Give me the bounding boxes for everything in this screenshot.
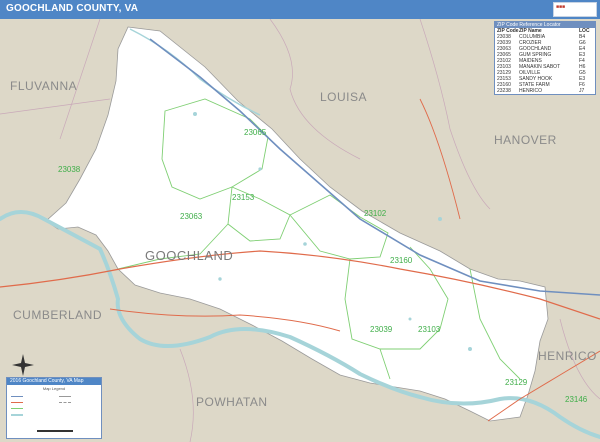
publisher-logo-mark: ■■■ xyxy=(556,4,566,10)
legend-sample-water xyxy=(11,414,23,416)
region-label-louisa: LOUISA xyxy=(320,90,368,104)
region-label-henrico: HENRICO xyxy=(538,349,597,363)
legend-subheading: Map Legend xyxy=(42,386,66,391)
county-label: GOOCHLAND xyxy=(145,248,234,263)
region-label-powhatan: POWHATAN xyxy=(196,395,268,409)
publisher-logo: ■■■ xyxy=(553,2,597,17)
zip-cell: J7 xyxy=(579,88,585,94)
legend-sample-county xyxy=(59,402,71,403)
zip-label: 23160 xyxy=(390,256,413,265)
title-bar: GOOCHLAND COUNTY, VA ■■■ xyxy=(0,0,600,19)
legend-heading: 2016 Goochland County, VA Map xyxy=(7,378,101,385)
region-label-hanover: HANOVER xyxy=(494,133,557,147)
zip-label: 23039 xyxy=(370,325,393,334)
zip-label: 23102 xyxy=(364,209,387,218)
legend-scale-bar xyxy=(37,430,73,432)
zip-reference-table: ZIP Code Reference Locator ZIP Code ZIP … xyxy=(494,21,596,95)
map-legend: 2016 Goochland County, VA Map Map Legend xyxy=(6,377,102,439)
zip-cell: HENRICO xyxy=(519,88,543,94)
zip-label: 23063 xyxy=(180,212,203,221)
zip-cell: 23238 xyxy=(497,88,511,94)
region-label-cumberland: CUMBERLAND xyxy=(13,308,103,322)
zip-table-row: 23238 HENRICO J7 xyxy=(495,88,595,94)
zip-label: 23038 xyxy=(58,165,81,174)
map-title: GOOCHLAND COUNTY, VA xyxy=(6,3,139,14)
legend-sample-interstate xyxy=(11,396,23,397)
zip-label: 23146 xyxy=(565,395,588,404)
region-label-fluvanna: FLUVANNA xyxy=(10,79,78,93)
map-frame: GOOCHLAND COUNTY, VA ■■■ FLUVANNA LOUISA… xyxy=(0,0,600,442)
legend-sample-highway xyxy=(11,402,23,403)
legend-sample-road xyxy=(59,396,71,397)
zip-label: 23103 xyxy=(418,325,441,334)
compass-rose xyxy=(12,354,34,376)
zip-label: 23153 xyxy=(232,193,255,202)
legend-sample-zip-boundary xyxy=(11,408,23,409)
zip-label: 23065 xyxy=(244,128,267,137)
zip-label: 23129 xyxy=(505,378,528,387)
